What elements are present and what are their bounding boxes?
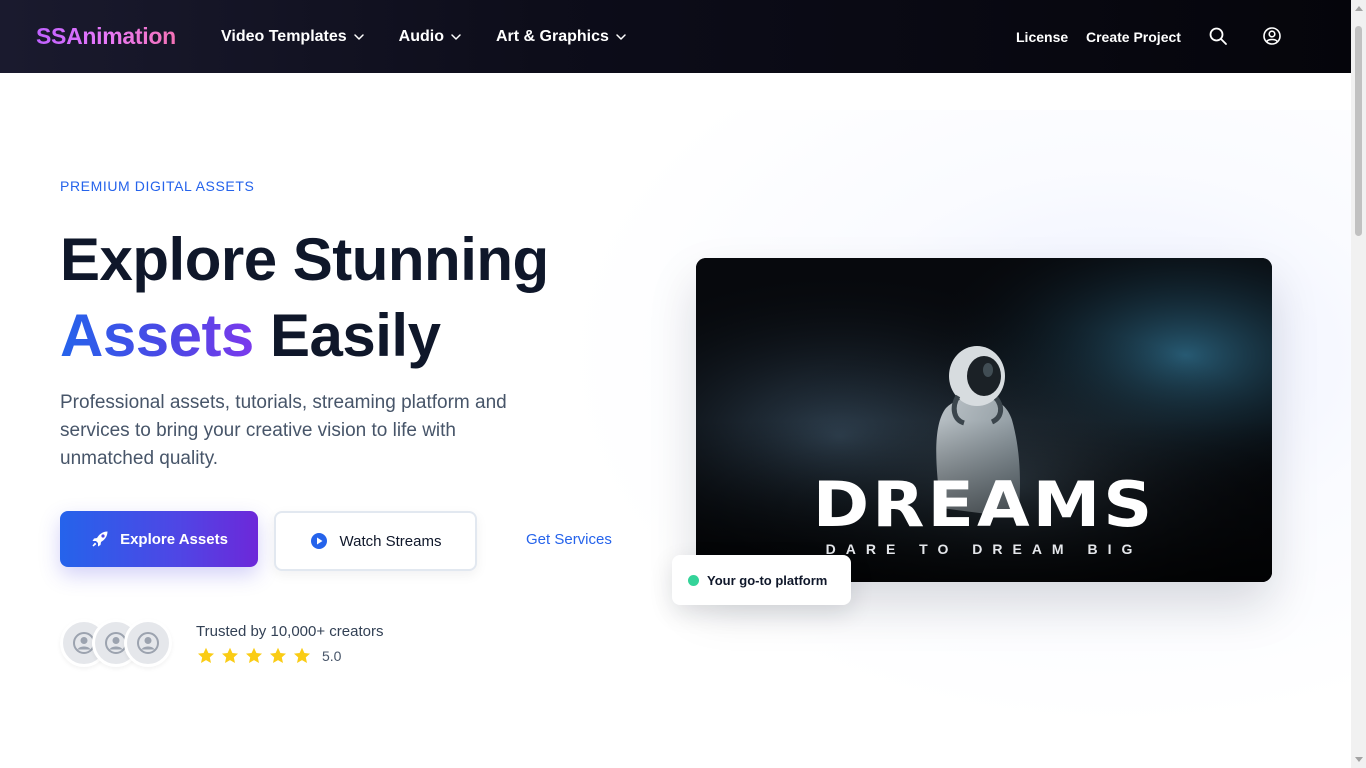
user-avatar-icon [137,632,159,654]
rating-value: 5.0 [322,648,342,664]
nav-item-label: Video Templates [221,27,347,45]
nav-item-art-graphics[interactable]: Art & Graphics [496,28,627,46]
watch-streams-button[interactable]: Watch Streams [274,511,477,571]
chevron-down-icon [451,33,461,40]
star-icon [198,647,214,663]
scrollbar-thumb[interactable] [1355,26,1362,236]
scroll-down-arrow-icon[interactable] [1355,757,1363,762]
rocket-icon [92,531,108,547]
headline-line-1: Explore Stunning [60,226,549,293]
nav-item-label: Art & Graphics [496,27,609,45]
star-icon [294,647,310,663]
star-icon [246,647,262,663]
license-link[interactable]: License [1016,29,1068,45]
headline-rest: Easily [253,302,441,369]
top-navbar: SSAnimation Video Templates Audio Art & … [0,0,1351,73]
hero-media-video[interactable]: DREAMS DARE TO DREAM BIG [696,258,1272,582]
status-dot [688,574,699,586]
brand-logo[interactable]: SSAnimation [36,23,176,50]
watch-streams-label: Watch Streams [339,532,442,550]
creator-avatars [60,619,180,667]
user-circle-icon[interactable] [1262,26,1282,46]
get-services-link[interactable]: Get Services [526,531,612,548]
headline-accent: Assets [60,302,254,369]
platform-badge: Your go-to platform [672,555,851,605]
chevron-down-icon [353,33,364,40]
main-nav: Video Templates Audio Art & Graphics [221,0,661,73]
hero-lead: Professional assets, tutorials, streamin… [60,392,507,469]
chevron-down-icon [616,33,626,40]
platform-badge-label: Your go-to platform [707,572,828,588]
explore-assets-button[interactable]: Explore Assets [60,511,258,567]
search-icon[interactable] [1208,26,1228,46]
star-icon [270,647,286,663]
star-icon [222,647,238,663]
nav-item-audio[interactable]: Audio [399,28,462,46]
avatar [124,619,172,667]
scroll-up-arrow-icon[interactable] [1355,6,1363,11]
play-circle-icon [310,533,327,549]
media-title: DREAMS [812,469,1156,542]
trust-text: Trusted by 10,000+ creators [196,623,384,640]
page-scrollbar[interactable] [1351,0,1366,768]
hero-headline: Explore Stunning Assets Easily [60,222,549,374]
hero-eyebrow: PREMIUM DIGITAL ASSETS [60,178,255,194]
nav-item-label: Audio [398,27,444,45]
explore-assets-label: Explore Assets [120,530,228,548]
create-project-link[interactable]: Create Project [1086,29,1181,45]
nav-item-video-templates[interactable]: Video Templates [221,28,365,46]
rating-stars: 5.0 [196,646,341,666]
